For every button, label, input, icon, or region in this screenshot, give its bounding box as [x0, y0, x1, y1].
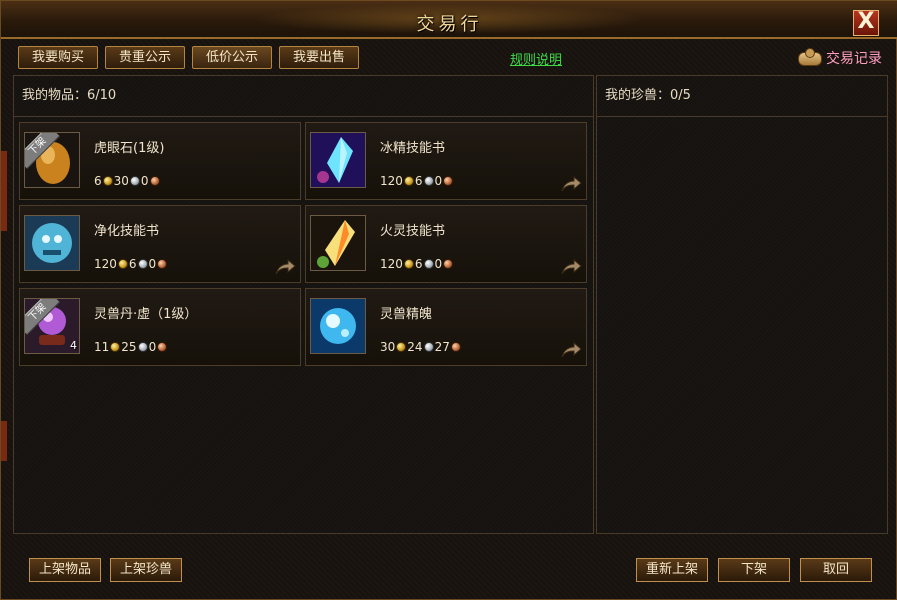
- price-silver: 6: [414, 257, 423, 271]
- item-price: 120 6 0: [94, 257, 168, 271]
- stack-count: 4: [70, 339, 77, 352]
- gold-coin-icon: [396, 342, 407, 352]
- gold-coin-icon: [102, 176, 113, 186]
- price-silver: 6: [128, 257, 137, 271]
- item-name: 虎眼石(1级): [94, 141, 165, 156]
- retrieve-button[interactable]: 取回: [800, 558, 872, 582]
- price-silver: 6: [414, 174, 423, 188]
- silver-coin-icon: [423, 342, 434, 352]
- trade-record-label: 交易记录: [826, 51, 882, 67]
- silver-coin-icon: [423, 259, 434, 269]
- gold-coin-icon: [117, 259, 128, 269]
- price-silver: 30: [113, 174, 129, 188]
- fire-spirit-book-icon: [310, 215, 366, 271]
- item-name: 灵兽丹·虚（1级）: [94, 307, 198, 322]
- purify-book-icon: [24, 215, 80, 271]
- item-name: 灵兽精魄: [380, 307, 433, 322]
- item-price: 120 6 0: [380, 174, 454, 188]
- gold-coin-icon: [110, 342, 121, 352]
- price-copper: 0: [148, 340, 157, 354]
- price-copper: 0: [148, 257, 157, 271]
- item-name: 净化技能书: [94, 224, 160, 239]
- spirit-soul-icon: [310, 298, 366, 354]
- my-pets-panel: 我的珍兽：0/5: [596, 75, 888, 534]
- share-arrow-icon[interactable]: [560, 258, 582, 276]
- title-bar: 交易行 X: [1, 1, 897, 39]
- price-gold: 30: [380, 340, 396, 354]
- price-copper: 0: [434, 174, 443, 188]
- copper-coin-icon: [450, 342, 461, 352]
- price-gold: 6: [94, 174, 102, 188]
- silver-coin-icon: [129, 176, 140, 186]
- my-items-count: 我的物品：6/10: [14, 76, 593, 117]
- relist-button[interactable]: 重新上架: [636, 558, 708, 582]
- item-price: 6 30 0: [94, 174, 161, 188]
- item-price: 30 24 27: [380, 340, 462, 354]
- price-gold: 120: [94, 257, 117, 271]
- item-slot[interactable]: 下架 4 灵兽丹·虚（1级） 11 25 0: [19, 288, 301, 366]
- silver-coin-icon: [137, 342, 148, 352]
- tiger-eye-stone-icon: 下架: [24, 132, 80, 188]
- price-copper: 27: [434, 340, 450, 354]
- price-copper: 0: [434, 257, 443, 271]
- price-silver: 24: [407, 340, 423, 354]
- share-arrow-icon[interactable]: [560, 341, 582, 359]
- price-silver: 25: [121, 340, 137, 354]
- side-decoration: [1, 151, 7, 231]
- item-slot[interactable]: 火灵技能书 120 6 0: [305, 205, 587, 283]
- copper-coin-icon: [157, 259, 168, 269]
- copper-coin-icon: [443, 176, 454, 186]
- my-pets-count: 我的珍兽：0/5: [597, 76, 887, 117]
- side-decoration: [1, 421, 7, 461]
- ice-crystal-book-icon: [310, 132, 366, 188]
- price-copper: 0: [140, 174, 149, 188]
- copper-coin-icon: [149, 176, 160, 186]
- copper-coin-icon: [443, 259, 454, 269]
- silver-coin-icon: [137, 259, 148, 269]
- item-slot[interactable]: 灵兽精魄 30 24 27: [305, 288, 587, 366]
- item-price: 11 25 0: [94, 340, 168, 354]
- trade-window: 交易行 X 我要购买 贵重公示 低价公示 我要出售 规则说明 交易记录 我的物品…: [0, 0, 897, 600]
- tab-valuable-notice[interactable]: 贵重公示: [105, 46, 185, 69]
- price-gold: 11: [94, 340, 110, 354]
- list-pet-button[interactable]: 上架珍兽: [110, 558, 182, 582]
- item-name: 火灵技能书: [380, 224, 446, 239]
- tab-buy[interactable]: 我要购买: [18, 46, 98, 69]
- gold-coin-icon: [403, 259, 414, 269]
- list-item-button[interactable]: 上架物品: [29, 558, 101, 582]
- scroll-icon: [796, 48, 822, 68]
- silver-coin-icon: [423, 176, 434, 186]
- gold-coin-icon: [403, 176, 414, 186]
- price-gold: 120: [380, 174, 403, 188]
- window-title: 交易行: [416, 14, 483, 35]
- tab-lowprice-notice[interactable]: 低价公示: [192, 46, 272, 69]
- tab-sell[interactable]: 我要出售: [279, 46, 359, 69]
- delist-button[interactable]: 下架: [718, 558, 790, 582]
- item-price: 120 6 0: [380, 257, 454, 271]
- share-arrow-icon[interactable]: [274, 258, 296, 276]
- share-arrow-icon[interactable]: [560, 175, 582, 193]
- item-slot[interactable]: 冰精技能书 120 6 0: [305, 122, 587, 200]
- item-name: 冰精技能书: [380, 141, 446, 156]
- item-slot[interactable]: 净化技能书 120 6 0: [19, 205, 301, 283]
- spirit-pill-icon: 下架 4: [24, 298, 80, 354]
- trade-record-button[interactable]: 交易记录: [796, 46, 882, 70]
- item-slot[interactable]: 下架 虎眼石(1级) 6 30 0: [19, 122, 301, 200]
- close-button[interactable]: X: [853, 10, 879, 36]
- price-gold: 120: [380, 257, 403, 271]
- copper-coin-icon: [157, 342, 168, 352]
- rules-link[interactable]: 规则说明: [510, 49, 562, 68]
